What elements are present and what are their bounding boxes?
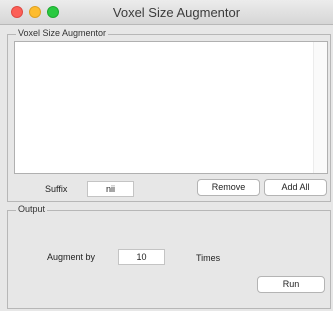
augment-by-input[interactable]: 10 xyxy=(118,249,165,265)
suffix-label: Suffix xyxy=(45,184,68,194)
augmentor-panel-title: Voxel Size Augmentor xyxy=(16,28,109,38)
remove-button[interactable]: Remove xyxy=(197,179,260,196)
add-all-button[interactable]: Add All xyxy=(264,179,327,196)
window-title: Voxel Size Augmentor xyxy=(112,5,241,20)
file-list-scrollbar[interactable] xyxy=(313,42,327,173)
run-button[interactable]: Run xyxy=(257,276,325,293)
augment-by-label: Augment by xyxy=(47,252,96,262)
output-panel-title: Output xyxy=(16,204,48,214)
times-label: Times xyxy=(196,253,221,263)
file-list[interactable] xyxy=(14,41,328,174)
title-bar: Voxel Size Augmentor xyxy=(0,0,333,25)
suffix-input[interactable]: nii xyxy=(87,181,134,197)
app-window: Voxel Size Augmentor Voxel Size Augmento… xyxy=(0,0,333,311)
